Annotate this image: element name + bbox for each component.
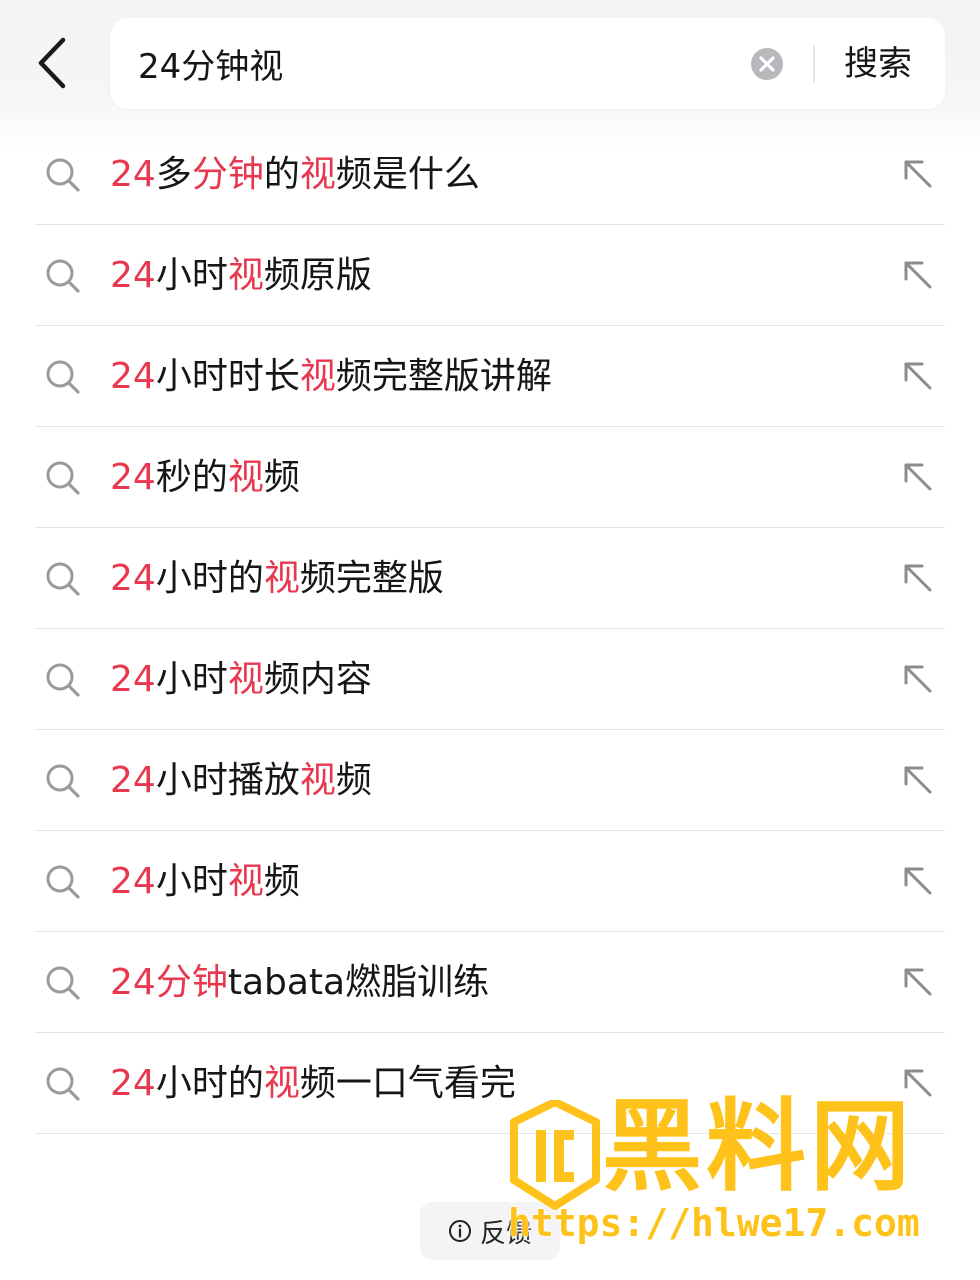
watermark-logo-icon [510, 1100, 600, 1210]
search-icon [46, 1067, 80, 1101]
suggestion-segment: 频一口气看完 [299, 1063, 516, 1104]
suggestion-highlight: 分钟 [155, 962, 228, 1003]
suggestion-highlight: 24 [110, 861, 156, 902]
search-icon [46, 158, 80, 192]
suggestion-item[interactable]: 24小时视频原版 [0, 225, 980, 326]
suggestion-segment: tabata燃脂训练 [227, 962, 490, 1003]
suggestion-highlight: 视 [263, 558, 300, 599]
search-icon [46, 562, 80, 596]
suggestion-highlight: 视 [299, 154, 336, 195]
search-icon [46, 663, 80, 697]
suggestion-segment: 小时 [155, 255, 228, 296]
suggestion-item[interactable]: 24小时的视频完整版 [0, 528, 980, 629]
arrow-up-left-icon[interactable] [898, 356, 938, 396]
back-button[interactable] [22, 28, 82, 98]
search-icon [46, 764, 80, 798]
suggestion-highlight: 视 [227, 255, 264, 296]
arrow-up-left-icon[interactable] [898, 861, 938, 901]
suggestion-highlight: 视 [227, 659, 264, 700]
arrow-up-left-icon[interactable] [898, 558, 938, 598]
suggestion-highlight: 视 [299, 760, 336, 801]
suggestion-item[interactable]: 24分钟tabata燃脂训练 [0, 932, 980, 1033]
suggestion-text: 24小时播放视频 [110, 754, 372, 808]
suggestion-segment: 小时时长 [155, 356, 300, 397]
suggestion-highlight: 24 [110, 1063, 156, 1104]
suggestion-segment: 频 [263, 861, 300, 902]
suggestion-item[interactable]: 24小时视频内容 [0, 629, 980, 730]
suggestion-item[interactable]: 24小时视频 [0, 831, 980, 932]
suggestion-highlight: 24 [110, 558, 156, 599]
suggestion-text: 24多分钟的视频是什么 [110, 148, 480, 202]
search-icon [46, 259, 80, 293]
chevron-left-icon [38, 37, 66, 89]
suggestion-highlight: 24 [110, 457, 156, 498]
suggestion-highlight: 24 [110, 154, 156, 195]
suggestion-highlight: 视 [299, 356, 336, 397]
suggestion-highlight: 24 [110, 760, 156, 801]
arrow-up-left-icon[interactable] [898, 659, 938, 699]
watermark-url: https://hlwe17.com [508, 1201, 920, 1245]
suggestion-text: 24小时视频原版 [110, 249, 372, 303]
suggestion-item[interactable]: 24秒的视频 [0, 427, 980, 528]
search-header: 搜索 [0, 0, 980, 125]
suggestion-highlight: 视 [227, 457, 264, 498]
suggestion-segment: 频完整版 [299, 558, 444, 599]
suggestion-text: 24分钟tabata燃脂训练 [110, 956, 489, 1010]
search-input[interactable] [138, 36, 728, 91]
suggestion-list: 24多分钟的视频是什么 24小时视频原版 24小时时长视频完整版讲解 24秒的视频 24… [0, 124, 980, 1134]
suggestion-text: 24小时的视频一口气看完 [110, 1057, 516, 1111]
suggestion-highlight: 24 [110, 356, 156, 397]
suggestion-segment: 小时的 [155, 1063, 264, 1104]
search-suggestion-page: 搜索 24多分钟的视频是什么24小时视频原版24小时时长视频完整版讲解24秒的视… [0, 0, 980, 1280]
suggestion-segment: 频内容 [263, 659, 372, 700]
search-icon [46, 360, 80, 394]
suggestion-highlight: 分钟 [191, 154, 264, 195]
suggestion-segment: 小时 [155, 659, 228, 700]
suggestion-highlight: 24 [110, 255, 156, 296]
suggestion-segment: 频是什么 [335, 154, 480, 195]
watermark: 黑料网 https://hlwe17.com [500, 1090, 970, 1260]
search-icon [46, 461, 80, 495]
suggestion-segment: 频原版 [263, 255, 372, 296]
suggestion-segment: 频完整版讲解 [335, 356, 552, 397]
suggestion-item[interactable]: 24小时时长视频完整版讲解 [0, 326, 980, 427]
suggestion-text: 24秒的视频 [110, 451, 300, 505]
suggestion-text: 24小时时长视频完整版讲解 [110, 350, 552, 404]
suggestion-segment: 小时 [155, 861, 228, 902]
arrow-up-left-icon[interactable] [898, 255, 938, 295]
suggestion-item[interactable]: 24小时播放视频 [0, 730, 980, 831]
suggestion-text: 24小时视频内容 [110, 653, 372, 707]
search-icon [46, 865, 80, 899]
suggestion-text: 24小时视频 [110, 855, 300, 909]
suggestion-segment: 秒的 [155, 457, 228, 498]
search-divider [813, 45, 815, 83]
info-icon [448, 1220, 471, 1242]
suggestion-segment: 小时的 [155, 558, 264, 599]
arrow-up-left-icon[interactable] [898, 962, 938, 1002]
arrow-up-left-icon[interactable] [898, 457, 938, 497]
suggestion-highlight: 视 [263, 1063, 300, 1104]
suggestion-highlight: 视 [227, 861, 264, 902]
suggestion-segment: 的 [263, 154, 300, 195]
suggestion-item[interactable]: 24多分钟的视频是什么 [0, 124, 980, 225]
search-submit-button[interactable]: 搜索 [832, 38, 924, 90]
suggestion-segment: 小时播放 [155, 760, 300, 801]
arrow-up-left-icon[interactable] [898, 760, 938, 800]
search-box: 搜索 [110, 18, 945, 109]
suggestion-highlight: 24 [110, 659, 156, 700]
arrow-up-left-icon[interactable] [898, 154, 938, 194]
suggestion-segment: 频 [335, 760, 372, 801]
suggestion-highlight: 24 [110, 962, 156, 1003]
suggestion-text: 24小时的视频完整版 [110, 552, 444, 606]
clear-circle-icon[interactable] [750, 47, 784, 81]
suggestion-segment: 频 [263, 457, 300, 498]
watermark-title: 黑料网 [602, 1088, 914, 1205]
search-icon [46, 966, 80, 1000]
suggestion-segment: 多 [155, 154, 192, 195]
